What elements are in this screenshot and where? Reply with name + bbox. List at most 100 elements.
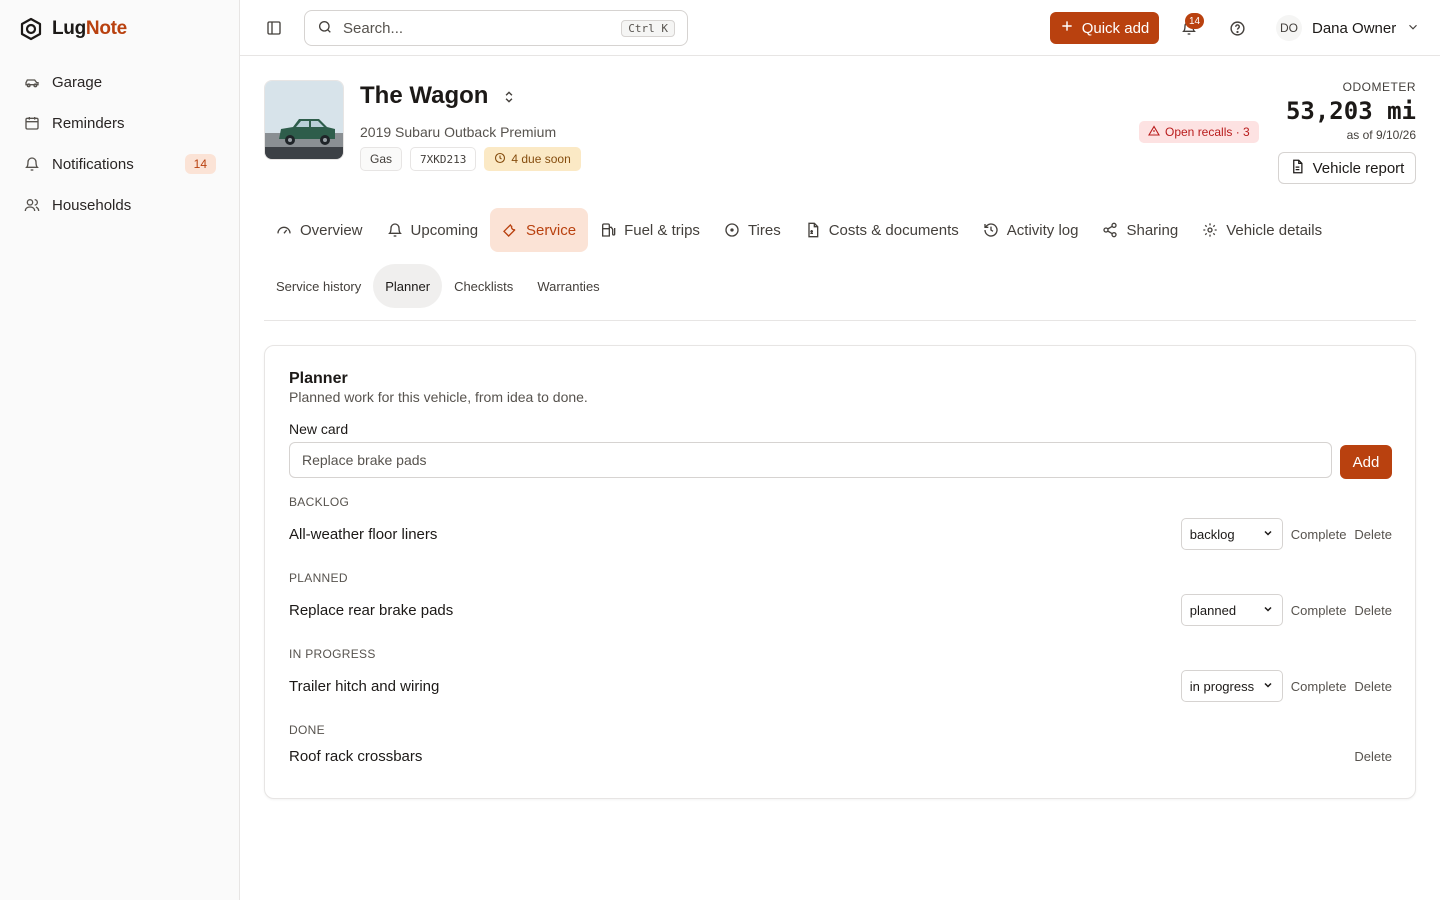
section-heading-done: DONE bbox=[289, 723, 325, 737]
planner-row: All-weather floor liners backlog Complet… bbox=[289, 517, 1392, 551]
status-select[interactable]: planned bbox=[1180, 594, 1283, 626]
status-select-value: in progress bbox=[1189, 678, 1255, 694]
delete-button[interactable]: Delete bbox=[1354, 679, 1392, 694]
document-icon bbox=[1290, 159, 1305, 178]
sidebar-toggle-icon[interactable] bbox=[262, 16, 286, 40]
plus-icon bbox=[1060, 19, 1074, 37]
tab-tires[interactable]: Tires bbox=[712, 208, 793, 252]
section-heading-in-progress: IN PROGRESS bbox=[289, 647, 376, 661]
share-icon bbox=[1102, 222, 1118, 238]
clock-icon bbox=[494, 152, 506, 167]
complete-button[interactable]: Complete bbox=[1291, 679, 1347, 694]
subtab-warranties[interactable]: Warranties bbox=[525, 264, 611, 308]
sidebar: LugNote Garage Reminders Notifications 1… bbox=[0, 0, 240, 900]
search-input[interactable] bbox=[343, 19, 612, 37]
tab-activity-log[interactable]: Activity log bbox=[971, 208, 1091, 252]
tab-upcoming[interactable]: Upcoming bbox=[375, 208, 491, 252]
tab-vehicle-details[interactable]: Vehicle details bbox=[1190, 208, 1334, 252]
gauge-icon bbox=[276, 222, 292, 238]
search-box[interactable]: Ctrl K bbox=[304, 10, 688, 46]
delete-button[interactable]: Delete bbox=[1354, 603, 1392, 618]
service-subtabs: Service history Planner Checklists Warra… bbox=[264, 264, 1416, 321]
gear-icon bbox=[1202, 222, 1218, 238]
quick-add-button[interactable]: Quick add bbox=[1050, 12, 1159, 44]
complete-button[interactable]: Complete bbox=[1291, 603, 1347, 618]
tab-label: Costs & documents bbox=[828, 221, 959, 239]
delete-button[interactable]: Delete bbox=[1354, 527, 1392, 542]
vehicle-photo bbox=[264, 80, 344, 160]
tab-label: Service bbox=[526, 221, 577, 239]
history-icon bbox=[983, 222, 999, 238]
planner-card: Planner Planned work for this vehicle, f… bbox=[264, 345, 1416, 799]
vehicle-tabs: Overview Upcoming Service Fuel & trips T… bbox=[264, 208, 1334, 252]
vehicle-report-label: Vehicle report bbox=[1312, 159, 1405, 177]
sidebar-nav: Garage Reminders Notifications 14 Househ… bbox=[12, 62, 228, 226]
lugnut-logo-icon bbox=[18, 16, 44, 42]
open-recalls-badge[interactable]: Open recalls · 3 bbox=[1139, 121, 1259, 143]
avatar: DO bbox=[1276, 15, 1302, 41]
section-heading-planned: PLANNED bbox=[289, 571, 348, 585]
vehicle-name: The Wagon bbox=[360, 82, 489, 109]
chevrons-up-down-icon[interactable] bbox=[500, 88, 518, 106]
user-menu[interactable]: DO Dana Owner bbox=[1276, 12, 1420, 44]
due-soon-label: 4 due soon bbox=[511, 152, 571, 166]
subtab-checklists[interactable]: Checklists bbox=[442, 264, 525, 308]
planner-item-title: Roof rack crossbars bbox=[289, 747, 423, 765]
tab-label: Upcoming bbox=[410, 221, 479, 239]
subtab-planner[interactable]: Planner bbox=[373, 264, 443, 308]
calendar-icon bbox=[24, 115, 40, 131]
due-soon-badge[interactable]: 4 due soon bbox=[484, 147, 581, 171]
status-select-value: planned bbox=[1189, 602, 1237, 618]
sidebar-item-label: Reminders bbox=[52, 114, 125, 132]
car-icon bbox=[24, 74, 40, 90]
planner-item-title: Replace rear brake pads bbox=[289, 601, 454, 619]
tab-fuel-trips[interactable]: Fuel & trips bbox=[588, 208, 712, 252]
vehicle-tags: Gas 7XKD213 4 due soon bbox=[360, 147, 581, 171]
sidebar-item-garage[interactable]: Garage bbox=[12, 62, 228, 102]
status-select[interactable]: backlog bbox=[1180, 518, 1283, 550]
wrench-icon bbox=[502, 222, 518, 238]
user-name: Dana Owner bbox=[1312, 19, 1397, 37]
tab-service[interactable]: Service bbox=[490, 208, 589, 252]
help-icon[interactable] bbox=[1225, 16, 1249, 40]
brand[interactable]: LugNote bbox=[18, 16, 127, 42]
complete-button[interactable]: Complete bbox=[1291, 527, 1347, 542]
planner-item-title: All-weather floor liners bbox=[289, 525, 438, 543]
planner-row: Roof rack crossbars Delete bbox=[289, 739, 1392, 773]
search-shortcut-hint: Ctrl K bbox=[621, 19, 675, 37]
tab-label: Vehicle details bbox=[1226, 221, 1323, 239]
status-select-value: backlog bbox=[1189, 526, 1235, 542]
new-card-input[interactable] bbox=[289, 442, 1332, 478]
planner-row: Replace rear brake pads planned Complete… bbox=[289, 593, 1392, 627]
brand-name: LugNote bbox=[52, 18, 127, 39]
warning-triangle-icon bbox=[1148, 124, 1160, 140]
vehicle-description: 2019 Subaru Outback Premium bbox=[360, 124, 557, 140]
tab-label: Overview bbox=[300, 221, 363, 239]
odometer-label: ODOMETER bbox=[1342, 80, 1416, 94]
tab-label: Fuel & trips bbox=[624, 221, 700, 239]
chevron-down-icon bbox=[1406, 20, 1420, 37]
tab-overview[interactable]: Overview bbox=[264, 208, 375, 252]
tab-label: Tires bbox=[747, 221, 781, 239]
new-card-label: New card bbox=[289, 421, 349, 437]
odometer-date: as of 9/10/26 bbox=[1346, 128, 1416, 142]
sidebar-item-households[interactable]: Households bbox=[12, 185, 228, 225]
notifications-count: 14 bbox=[1185, 13, 1205, 29]
subtab-service-history[interactable]: Service history bbox=[264, 264, 373, 308]
status-select[interactable]: in progress bbox=[1180, 670, 1283, 702]
tab-costs-documents[interactable]: Costs & documents bbox=[793, 208, 971, 252]
sidebar-item-notifications[interactable]: Notifications 14 bbox=[12, 144, 228, 184]
sidebar-item-reminders[interactable]: Reminders bbox=[12, 103, 228, 143]
add-card-button[interactable]: Add bbox=[1340, 445, 1392, 479]
tab-sharing[interactable]: Sharing bbox=[1090, 208, 1190, 252]
section-heading-backlog: BACKLOG bbox=[289, 495, 350, 509]
delete-button[interactable]: Delete bbox=[1354, 749, 1392, 764]
chevron-down-icon bbox=[1262, 603, 1274, 618]
sidebar-item-label: Notifications bbox=[52, 155, 134, 173]
tab-label: Activity log bbox=[1006, 221, 1079, 239]
planner-title: Planner bbox=[289, 370, 348, 387]
license-plate-tag: 7XKD213 bbox=[410, 147, 477, 171]
fuel-icon bbox=[600, 222, 616, 238]
vehicle-report-button[interactable]: Vehicle report bbox=[1278, 152, 1416, 184]
file-dollar-icon bbox=[805, 222, 821, 238]
